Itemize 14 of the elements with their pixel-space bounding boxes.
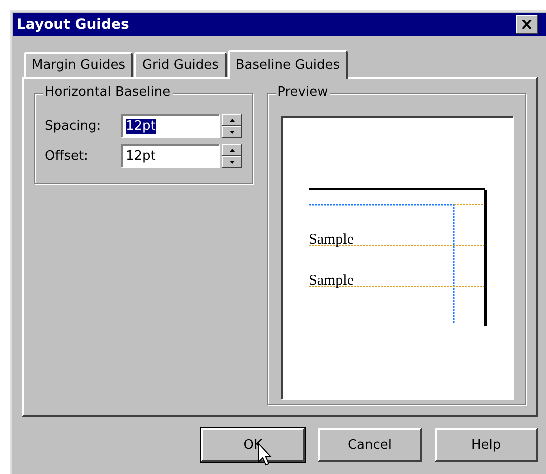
dialog-button[interactable]: Help	[434, 428, 538, 462]
sample-text: Sample	[308, 232, 354, 248]
field-value: 12pt	[126, 119, 156, 134]
tab[interactable]: Grid Guides	[134, 52, 227, 77]
tab[interactable]: Margin Guides	[24, 52, 134, 77]
window-title: Layout Guides	[17, 16, 130, 32]
dialog-button[interactable]: Cancel	[318, 428, 422, 462]
input-field[interactable]: 12pt	[121, 114, 220, 138]
input-field[interactable]: 12pt	[121, 144, 220, 168]
tab[interactable]: Baseline Guides	[228, 50, 348, 79]
field-label: Spacing:	[45, 118, 102, 134]
sample-text: Sample	[308, 273, 354, 289]
field-value: 12pt	[126, 149, 156, 164]
field-label: Offset:	[45, 148, 90, 164]
